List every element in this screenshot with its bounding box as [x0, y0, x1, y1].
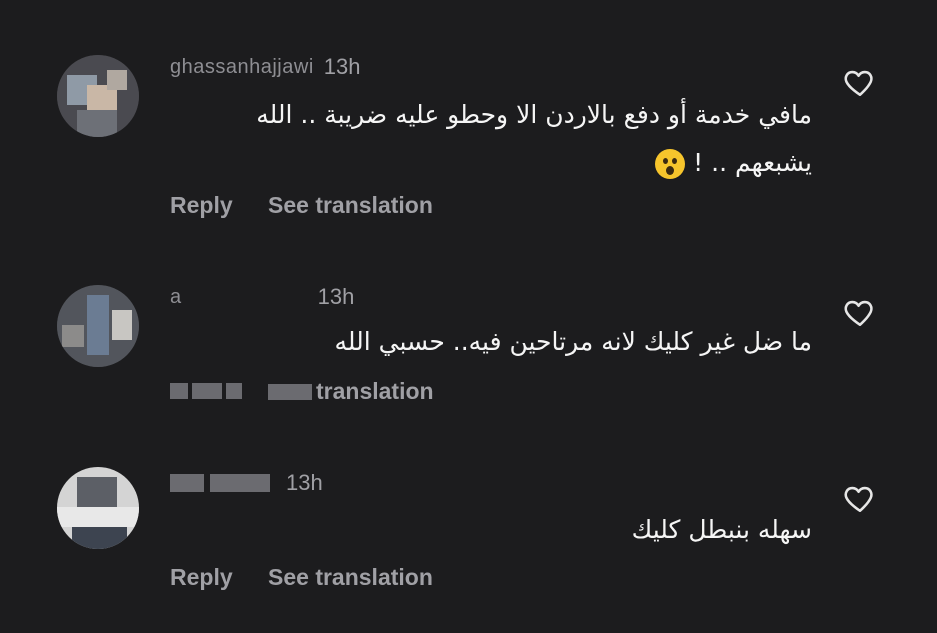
reply-button[interactable] — [170, 378, 268, 405]
comment-body: سهله بنبطل كليك — [631, 515, 812, 544]
comment-actions: Reply See translation — [170, 192, 433, 219]
censor-block — [268, 383, 312, 400]
username-censor — [182, 288, 302, 306]
avatar[interactable] — [57, 285, 139, 367]
reply-button[interactable]: Reply — [170, 564, 268, 591]
comment-body: ما ضل غير كليك لانه مرتاحين فيه.. حسبي ا… — [334, 327, 812, 356]
see-translation-link[interactable]: See translation — [268, 564, 433, 591]
hushed-face-icon — [655, 149, 686, 179]
username[interactable]: ghassanhajjawi — [170, 56, 314, 79]
comment-text: سهله بنبطل كليك — [172, 506, 812, 554]
username-censor — [210, 474, 270, 492]
heart-outline-icon[interactable] — [842, 65, 878, 99]
reply-button[interactable]: Reply — [170, 192, 268, 219]
comment-meta: 13h — [170, 468, 323, 498]
comment-actions: Reply See translation — [170, 564, 433, 591]
heart-outline-icon[interactable] — [842, 481, 878, 515]
username-censor — [170, 474, 204, 492]
see-translation-link[interactable]: See translation — [268, 192, 433, 219]
comment-text: ما ضل غير كليك لانه مرتاحين فيه.. حسبي ا… — [172, 318, 812, 366]
avatar[interactable] — [57, 55, 139, 137]
timestamp: 13h — [286, 470, 323, 495]
comment-actions: translation — [170, 378, 434, 405]
comment-meta: ghassanhajjawi 13h — [170, 52, 360, 82]
timestamp: 13h — [323, 54, 361, 79]
heart-outline-icon[interactable] — [842, 295, 878, 329]
timestamp: 13h — [317, 284, 355, 309]
comment-text: مافي خدمة أو دفع بالاردن الا وحطو عليه ض… — [172, 91, 812, 187]
username[interactable]: a — [170, 286, 182, 309]
avatar[interactable] — [57, 467, 139, 549]
comment-body: مافي خدمة أو دفع بالاردن الا وحطو عليه ض… — [256, 100, 812, 177]
see-translation-link[interactable]: translation — [316, 378, 434, 405]
comment-meta: a 13h — [170, 282, 354, 312]
